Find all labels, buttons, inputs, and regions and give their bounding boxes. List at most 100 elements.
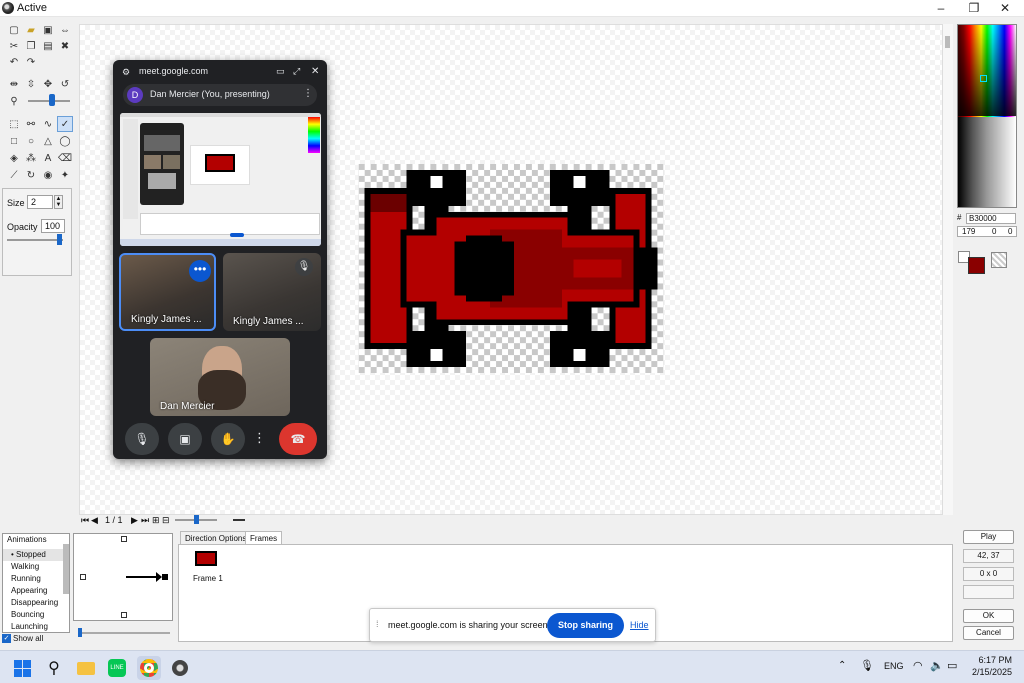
open-folder-icon[interactable]: ▰ [23,22,39,38]
hex-input[interactable]: B30000 [966,213,1016,224]
eye-icon[interactable]: ◉ [40,167,56,183]
sparkle-icon[interactable]: ✦ [57,167,73,183]
select-rect-icon[interactable]: ⬚ [6,116,22,132]
ok-button[interactable]: OK [963,609,1014,623]
paint-app-icon[interactable] [168,656,192,680]
tab-frames[interactable]: Frames [245,531,283,545]
zoom-icon[interactable]: ⚲ [6,93,22,109]
primary-color-swatch[interactable] [968,257,985,274]
file-explorer-icon[interactable] [74,656,98,680]
participant-tile[interactable]: 🎙 Kingly James ... [223,253,321,331]
direction-slider[interactable] [78,632,170,634]
line-app-icon[interactable]: LINE [105,656,129,680]
flip-horizontal-icon[interactable]: ⇹ [6,76,22,92]
drag-handle-icon[interactable]: ⁞ [376,619,379,629]
direction-handle-right[interactable] [162,574,168,580]
animation-item-stopped[interactable]: • Stopped [3,549,69,561]
volume-icon[interactable]: 🔈 [930,659,944,672]
green-value[interactable]: 0 [992,227,996,236]
spray-icon[interactable]: ⁂ [23,150,39,166]
animation-item-disappearing[interactable]: Disappearing [3,597,69,609]
battery-icon[interactable]: ▭ [947,659,957,672]
meet-close-icon[interactable]: ✕ [311,66,319,77]
resize-icon[interactable]: ⇔ [57,22,73,38]
add-frame-icon[interactable]: ⊞ [152,515,160,526]
lasso-icon[interactable]: ◯ [57,133,73,149]
clock-time[interactable]: 6:17 PM [972,655,1012,665]
wifi-icon[interactable]: ◠ [913,659,923,672]
camera-toggle-icon[interactable]: ▭ [276,66,285,77]
fill-bucket-icon[interactable]: ◈ [6,150,22,166]
canvas-vertical-scrollbar[interactable] [943,24,953,515]
hand-icon[interactable]: ✋ [211,423,245,455]
start-icon[interactable] [10,656,34,680]
last-frame-icon[interactable]: ⏭ [141,515,149,526]
list-scrollbar[interactable] [63,544,69,594]
opacity-input[interactable]: 100 [41,219,65,233]
flip-vertical-icon[interactable]: ⇳ [23,76,39,92]
self-view-tile[interactable]: Dan Mercier [150,338,290,416]
site-settings-icon[interactable]: ⚙ [122,67,130,78]
tile-more-icon[interactable]: ••• [189,260,211,282]
copy-icon[interactable]: ❐ [23,38,39,54]
show-all-checkbox[interactable]: ✓ [2,634,11,643]
paste-icon[interactable]: ▤ [40,38,56,54]
opacity-slider-thumb[interactable] [57,234,62,245]
line-icon[interactable]: ⟋ [6,167,22,183]
animation-item-walking[interactable]: Walking [3,561,69,573]
transparent-color-swatch[interactable] [991,252,1007,268]
end-call-icon[interactable]: ☎ [279,423,317,455]
replace-color-icon[interactable]: ↻ [23,167,39,183]
color-palette[interactable] [957,24,1017,208]
rectangle-icon[interactable]: □ [6,133,22,149]
ellipse-icon[interactable]: ○ [23,133,39,149]
polygon-icon[interactable]: △ [40,133,56,149]
animation-item-appearing[interactable]: Appearing [3,585,69,597]
speed-slider-thumb[interactable] [194,515,199,524]
redo-icon[interactable]: ↷ [23,54,39,70]
undo-icon[interactable]: ↶ [6,54,22,70]
camera-icon[interactable]: ▣ [168,423,202,455]
animation-item-running[interactable]: Running [3,573,69,585]
freehand-icon[interactable]: ∿ [40,116,56,132]
eyedropper-icon[interactable]: ⚯ [23,116,39,132]
play-button[interactable]: Play [963,530,1014,544]
first-frame-icon[interactable]: ⏮ [81,515,89,526]
remove-frame-icon[interactable]: ⊟ [162,515,170,526]
tab-direction-options[interactable]: Direction Options [180,531,252,545]
scrollbar-thumb[interactable] [945,36,950,48]
chrome-icon[interactable] [137,656,161,680]
size-stepper[interactable]: ▲ ▼ [54,195,63,209]
close-button[interactable]: ✕ [985,0,1024,17]
zoom-slider-thumb[interactable] [49,94,55,106]
next-frame-icon[interactable]: ▶ [131,515,138,526]
blue-value[interactable]: 0 [1008,227,1012,236]
opacity-slider[interactable] [7,239,63,241]
mic-icon[interactable]: 🎙 [125,423,159,455]
frame-thumbnail[interactable] [195,551,217,566]
direction-handle-up[interactable] [121,536,127,542]
direction-slider-thumb[interactable] [78,628,82,637]
search-icon[interactable]: ⚲ [42,656,66,680]
prev-frame-icon[interactable]: ◀ [91,515,98,526]
new-file-icon[interactable]: ▢ [6,22,22,38]
move-icon[interactable]: ✥ [40,76,56,92]
tray-chevron-icon[interactable]: ⌃ [838,660,846,671]
direction-picker[interactable] [73,533,173,621]
size-input[interactable]: 2 [27,195,53,209]
expand-icon[interactable]: ⤢ [293,66,300,77]
red-value[interactable]: 179 [962,227,975,236]
input-language[interactable]: ENG [884,661,904,671]
animation-item-bouncing[interactable]: Bouncing [3,609,69,621]
presenter-more-icon[interactable]: ⋮ [303,88,313,99]
save-icon[interactable]: ▣ [40,22,56,38]
rotate-icon[interactable]: ↺ [57,76,73,92]
clock-date[interactable]: 2/15/2025 [966,667,1012,677]
eraser-icon[interactable]: ⌫ [57,150,73,166]
delete-icon[interactable]: ✖ [57,38,73,54]
pencil-icon[interactable]: ✓ [57,116,73,132]
speed-minus-icon[interactable] [233,519,245,521]
hide-link[interactable]: Hide [630,620,649,630]
participant-tile[interactable]: ••• Kingly James ... [119,253,216,331]
animation-item-launching[interactable]: Launching [3,621,69,632]
